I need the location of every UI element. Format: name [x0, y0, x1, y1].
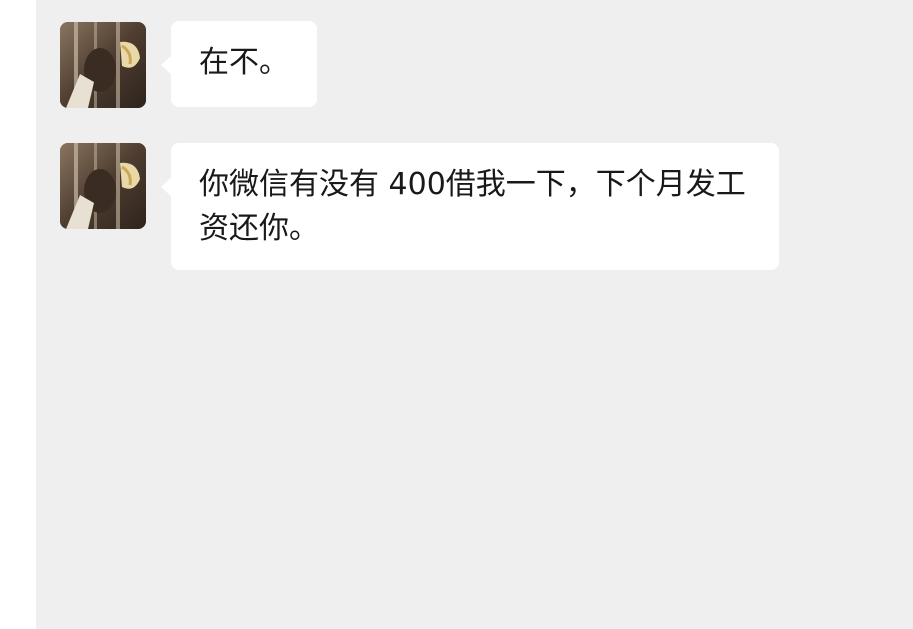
contact-avatar[interactable] — [60, 22, 146, 108]
contact-avatar[interactable] — [60, 143, 146, 229]
message-text: 你微信有没有 400借我一下，下个月发工资还你。 — [199, 167, 746, 246]
avatar-photo-icon — [60, 143, 146, 229]
chat-message-area[interactable]: 在不。 你微信有没有 400借我一下，下个月发工资还你。 — [36, 0, 913, 629]
message-bubble[interactable]: 你微信有没有 400借我一下，下个月发工资还你。 — [161, 143, 779, 270]
avatar-photo-icon — [60, 22, 146, 108]
left-margin — [0, 0, 36, 629]
message-bubble[interactable]: 在不。 — [161, 21, 317, 107]
message-text: 在不。 — [199, 45, 289, 80]
